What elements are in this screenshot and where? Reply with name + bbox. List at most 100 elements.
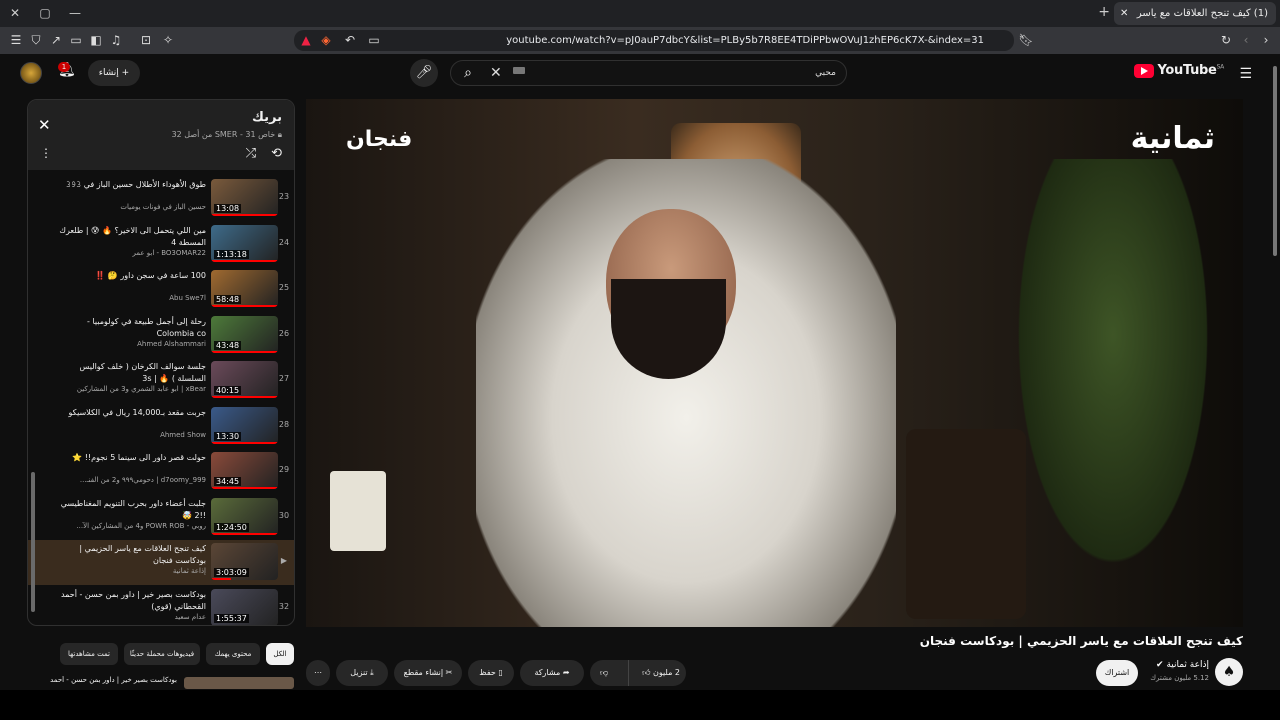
chip-recently-uploaded[interactable]: فيديوهات محملة حديثًا <box>124 643 200 665</box>
chip-for-you[interactable]: محتوى يهمك <box>206 643 260 665</box>
video-player[interactable]: فنجان ثمانية <box>306 99 1243 627</box>
playlist-item-channel: إذاعة ثمانية <box>172 567 206 575</box>
screenshot-icon[interactable]: ⊡ <box>138 32 154 48</box>
playlist-close-icon[interactable]: ✕ <box>38 116 51 134</box>
keyboard-icon[interactable] <box>513 67 525 74</box>
playlist-item-index: 25 <box>278 283 290 292</box>
window-close-button[interactable]: ✕ <box>6 4 24 22</box>
search-value: محبي <box>815 68 836 78</box>
duration-badge: 34:45 <box>214 477 242 486</box>
save-button[interactable]: ▯ حفظ <box>468 660 514 686</box>
video-brand-right: ثمانية <box>1130 121 1215 156</box>
forward-icon[interactable]: › <box>1258 32 1274 48</box>
save-icon: ▯ <box>495 668 503 677</box>
create-label: إنشاء <box>98 68 119 78</box>
loop-icon[interactable]: ⟲ <box>271 146 282 161</box>
playlist-item-thumbnail[interactable]: 1:13:18 <box>211 224 278 262</box>
duration-badge: 3:03:09 <box>214 568 249 577</box>
youtube-logo[interactable]: YouTubeSA <box>1134 63 1224 78</box>
music-icon[interactable]: ♫ <box>108 32 124 48</box>
playlist-item-thumbnail[interactable]: 1:24:50 <box>211 497 278 535</box>
channel-avatar[interactable]: ♠ <box>1215 658 1243 686</box>
share-icon[interactable]: ↗ <box>48 32 64 48</box>
like-button[interactable]: 2 مليون 👍︎ <box>642 660 680 686</box>
cast-icon[interactable]: ▭ <box>366 32 382 48</box>
clip-button[interactable]: ✂ إنشاء مقطع <box>394 660 462 686</box>
playlist-item[interactable]: 24 1:13:18 مين اللي يتحمل الى الاخير؟ 🔥 😰 … <box>28 222 294 267</box>
save-label: حفظ <box>479 668 496 677</box>
playlist-item-active[interactable]: ▶ 3:03:09 كيف تنجح العلاقات مع ياسر الحزيم… <box>28 540 294 585</box>
panel-icon[interactable]: ◧ <box>88 32 104 48</box>
window-minimize-button[interactable]: — <box>66 4 84 22</box>
brave-shields-icon[interactable]: ◈ <box>318 32 334 48</box>
logo-text: YouTube <box>1157 63 1217 78</box>
clear-search-icon[interactable]: ✕ <box>490 60 510 86</box>
watch-progress-bar <box>211 532 278 535</box>
dislike-icon[interactable]: 👎︎ <box>600 660 608 686</box>
url-text: youtube.com/watch?v=pJ0auP7dbcY&list=PLB… <box>506 35 984 46</box>
more-actions-button[interactable]: ⋯ <box>306 660 330 686</box>
extension-icon[interactable]: ✧ <box>160 32 176 48</box>
reload-icon[interactable]: ↻ <box>1218 32 1234 48</box>
back-icon[interactable]: ‹ <box>1238 32 1254 48</box>
playlist-item[interactable]: 28 13:30 جربت مقعد بـ14,000 ريال في الكلاس… <box>28 404 294 449</box>
guide-menu-icon[interactable]: ☰ <box>1239 66 1252 82</box>
subscriber-count: 5.12 مليون مشترك <box>1150 674 1209 682</box>
chip-all[interactable]: الكل <box>266 643 294 665</box>
chip-watched[interactable]: تمت مشاهدتها <box>60 643 118 665</box>
sidebar-menu-icon[interactable]: ☰ <box>8 32 24 48</box>
channel-name[interactable]: إذاعة ثمانية ✔ <box>1156 660 1209 670</box>
playlist-item[interactable]: 25 58:48 100 ساعة في سجن داور 🤔 ‼️ Abu Swe7… <box>28 267 294 312</box>
playlist-scroll-thumb[interactable] <box>31 472 35 612</box>
shield-icon[interactable]: ⛉ <box>28 32 44 48</box>
playlist-item-thumbnail[interactable]: 13:08 <box>211 179 278 216</box>
playlist-item-thumbnail[interactable]: 3:03:09 <box>211 543 278 580</box>
playlist-more-icon[interactable]: ⋮ <box>40 146 52 160</box>
playlist-item-thumbnail[interactable]: 58:48 <box>211 270 278 307</box>
playlist-item-title: رحلة إلى أجمل طبيعة في كولومبيا - Colomb… <box>87 316 206 338</box>
download-icon: ⤓ <box>367 668 374 677</box>
window-maximize-button[interactable]: ▢ <box>36 4 54 22</box>
tabs-icon[interactable]: ▭ <box>68 32 84 48</box>
bookmark-icon[interactable]: 🔖︎ <box>1018 32 1034 48</box>
playlist-item-thumbnail[interactable]: 40:15 <box>211 361 278 398</box>
playlist-item-channel: BO3OMAR22 - ابو عمر <box>132 248 206 257</box>
scissors-icon: ✂ <box>443 668 453 677</box>
playlist-item-thumbnail[interactable]: 43:48 <box>211 315 278 353</box>
page-scroll-thumb[interactable] <box>1273 66 1277 256</box>
shuffle-icon[interactable]: ⤮ <box>246 146 256 161</box>
share-button[interactable]: ➦ مشاركة <box>520 660 584 686</box>
playlist-item[interactable]: 27 40:15 جلسة سوالف الكرخان ( خلف كواليس ا… <box>28 358 294 403</box>
playlist-title[interactable]: بريك <box>252 110 282 125</box>
download-button[interactable]: ⤓ تنزيل <box>336 660 388 686</box>
playlist-item-title: جربت مقعد بـ14,000 ريال في الكلاسيكو <box>68 407 206 417</box>
playlist-item-thumbnail[interactable]: 13:30 <box>211 406 278 444</box>
playlist-item[interactable]: 29 34:45 حولت قصر داور الى سينما 5 نجوم!! … <box>28 449 294 494</box>
duration-badge: 1:24:50 <box>214 522 249 532</box>
next-video-title[interactable]: بودكاست بصير خير | داور بمن حسن - أحمد <box>27 676 295 690</box>
playlist-scrollbar[interactable] <box>31 172 35 622</box>
filter-chips: الكل محتوى يهمك فيديوهات محملة حديثًا تم… <box>60 643 296 665</box>
playlist-item-thumbnail[interactable]: 34:45 <box>211 452 278 489</box>
playlist-item[interactable]: 23 13:08 طوق الأهوداء الأطلال حسين الباز ف… <box>28 176 294 221</box>
page-scrollbar[interactable] <box>1272 56 1278 690</box>
tab-title: (1) كيف تنجح العلاقات مع ياسر <box>1136 8 1268 19</box>
create-button[interactable]: + إنشاء <box>88 60 140 86</box>
verified-icon: ✔ <box>1156 660 1164 670</box>
address-bar[interactable]: youtube.com/watch?v=pJ0auP7dbcY&list=PLB… <box>294 30 1014 51</box>
new-tab-button[interactable]: + <box>1098 4 1110 20</box>
playlist-item[interactable]: 30 1:24:50 جلبت أعضاء داور بحرب التنويم ال… <box>28 495 294 540</box>
search-icon[interactable]: ⌕ <box>452 61 484 85</box>
undo-icon[interactable]: ↶ <box>342 32 358 48</box>
playlist-item[interactable]: 32 1:55:37 بودكاست بصير خير | داور بمن حسن… <box>28 586 294 625</box>
avatar[interactable] <box>20 62 42 84</box>
brave-rewards-icon[interactable]: ▲ <box>298 32 314 48</box>
logo-region: SA <box>1216 63 1225 71</box>
subscribe-button[interactable]: اشتراك <box>1096 660 1138 686</box>
playlist-item-title: مين اللي يتحمل الى الاخير؟ 🔥 😰 | طلعرك ا… <box>59 225 206 247</box>
voice-search-mic-icon[interactable]: 🎤︎ <box>410 59 438 87</box>
playlist-item-thumbnail[interactable]: 1:55:37 <box>211 588 278 625</box>
browser-tab-active[interactable]: ✕ (1) كيف تنجح العلاقات مع ياسر <box>1114 2 1276 25</box>
tab-close-icon[interactable]: ✕ <box>1120 2 1128 25</box>
playlist-item[interactable]: 26 43:48 رحلة إلى أجمل طبيعة في كولومبيا -… <box>28 313 294 358</box>
